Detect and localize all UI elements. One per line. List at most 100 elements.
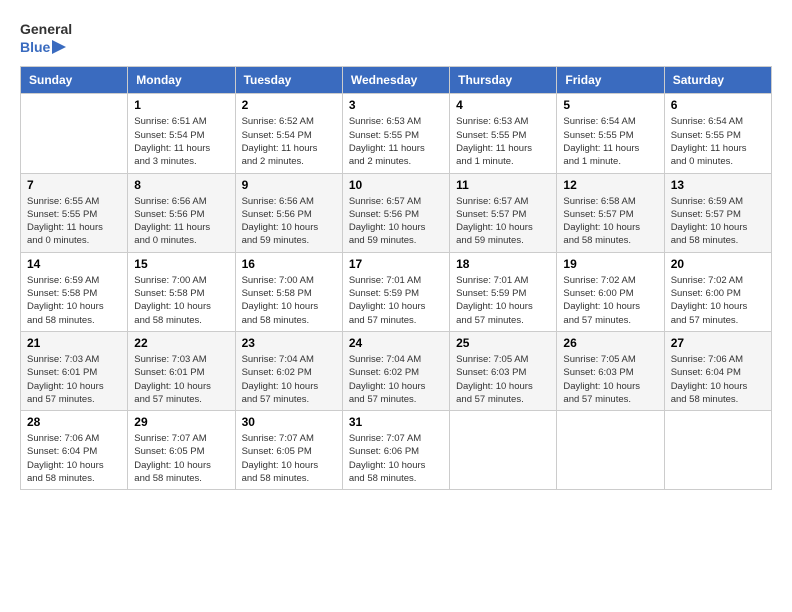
day-info: Sunrise: 7:02 AMSunset: 6:00 PMDaylight:… [563, 274, 657, 327]
day-info: Sunrise: 7:06 AMSunset: 6:04 PMDaylight:… [27, 432, 121, 485]
calendar-cell: 8 Sunrise: 6:56 AMSunset: 5:56 PMDaylight… [128, 173, 235, 252]
calendar-cell: 28 Sunrise: 7:06 AMSunset: 6:04 PMDayligh… [21, 411, 128, 490]
day-number: 18 [456, 257, 550, 271]
day-number: 9 [242, 178, 336, 192]
day-number: 27 [671, 336, 765, 350]
weekday-header: Sunday [21, 67, 128, 94]
day-number: 31 [349, 415, 443, 429]
day-info: Sunrise: 7:05 AMSunset: 6:03 PMDaylight:… [563, 353, 657, 406]
day-info: Sunrise: 6:57 AMSunset: 5:57 PMDaylight:… [456, 195, 550, 248]
calendar-cell: 13 Sunrise: 6:59 AMSunset: 5:57 PMDayligh… [664, 173, 771, 252]
day-info: Sunrise: 6:52 AMSunset: 5:54 PMDaylight:… [242, 115, 336, 168]
calendar-cell [664, 411, 771, 490]
day-number: 13 [671, 178, 765, 192]
day-info: Sunrise: 7:00 AMSunset: 5:58 PMDaylight:… [134, 274, 228, 327]
calendar-week-row: 21Sunrise: 7:03 AMSunset: 6:01 PMDayligh… [21, 331, 772, 410]
calendar-cell: 9 Sunrise: 6:56 AMSunset: 5:56 PMDaylight… [235, 173, 342, 252]
day-number: 25 [456, 336, 550, 350]
calendar-cell: 25 Sunrise: 7:05 AMSunset: 6:03 PMDayligh… [450, 331, 557, 410]
day-info: Sunrise: 6:59 AMSunset: 5:57 PMDaylight:… [671, 195, 765, 248]
calendar-cell: 26 Sunrise: 7:05 AMSunset: 6:03 PMDayligh… [557, 331, 664, 410]
weekday-header: Saturday [664, 67, 771, 94]
logo: General Blue [20, 20, 72, 56]
calendar-cell: 18Sunrise: 7:01 AMSunset: 5:59 PMDayligh… [450, 252, 557, 331]
calendar-cell: 10 Sunrise: 6:57 AMSunset: 5:56 PMDayligh… [342, 173, 449, 252]
day-info: Sunrise: 6:54 AMSunset: 5:55 PMDaylight:… [671, 115, 765, 168]
day-number: 26 [563, 336, 657, 350]
day-number: 7 [27, 178, 121, 192]
day-number: 3 [349, 98, 443, 112]
day-info: Sunrise: 6:59 AMSunset: 5:58 PMDaylight:… [27, 274, 121, 327]
day-number: 15 [134, 257, 228, 271]
day-number: 2 [242, 98, 336, 112]
day-info: Sunrise: 6:57 AMSunset: 5:56 PMDaylight:… [349, 195, 443, 248]
calendar-cell: 19Sunrise: 7:02 AMSunset: 6:00 PMDayligh… [557, 252, 664, 331]
day-number: 22 [134, 336, 228, 350]
calendar-cell: 24Sunrise: 7:04 AMSunset: 6:02 PMDayligh… [342, 331, 449, 410]
logo-text: General Blue [20, 20, 72, 56]
weekday-header: Thursday [450, 67, 557, 94]
day-number: 23 [242, 336, 336, 350]
calendar-cell: 16 Sunrise: 7:00 AMSunset: 5:58 PMDayligh… [235, 252, 342, 331]
day-info: Sunrise: 6:51 AMSunset: 5:54 PMDaylight:… [134, 115, 228, 168]
day-info: Sunrise: 7:06 AMSunset: 6:04 PMDaylight:… [671, 353, 765, 406]
weekday-header: Monday [128, 67, 235, 94]
day-info: Sunrise: 6:55 AMSunset: 5:55 PMDaylight:… [27, 195, 121, 248]
day-number: 20 [671, 257, 765, 271]
day-number: 8 [134, 178, 228, 192]
calendar-header-row: SundayMondayTuesdayWednesdayThursdayFrid… [21, 67, 772, 94]
day-number: 1 [134, 98, 228, 112]
day-info: Sunrise: 7:04 AMSunset: 6:02 PMDaylight:… [242, 353, 336, 406]
day-info: Sunrise: 7:01 AMSunset: 5:59 PMDaylight:… [349, 274, 443, 327]
calendar-cell: 23 Sunrise: 7:04 AMSunset: 6:02 PMDayligh… [235, 331, 342, 410]
day-number: 10 [349, 178, 443, 192]
calendar-cell: 5 Sunrise: 6:54 AMSunset: 5:55 PMDaylight… [557, 94, 664, 173]
day-info: Sunrise: 7:00 AMSunset: 5:58 PMDaylight:… [242, 274, 336, 327]
calendar-cell [557, 411, 664, 490]
day-info: Sunrise: 6:56 AMSunset: 5:56 PMDaylight:… [242, 195, 336, 248]
day-info: Sunrise: 6:54 AMSunset: 5:55 PMDaylight:… [563, 115, 657, 168]
calendar-cell: 22Sunrise: 7:03 AMSunset: 6:01 PMDayligh… [128, 331, 235, 410]
day-number: 6 [671, 98, 765, 112]
day-number: 4 [456, 98, 550, 112]
calendar-cell: 17 Sunrise: 7:01 AMSunset: 5:59 PMDayligh… [342, 252, 449, 331]
calendar-cell [450, 411, 557, 490]
calendar-cell: 30Sunrise: 7:07 AMSunset: 6:05 PMDayligh… [235, 411, 342, 490]
day-info: Sunrise: 7:07 AMSunset: 6:06 PMDaylight:… [349, 432, 443, 485]
day-number: 16 [242, 257, 336, 271]
calendar-cell: 11 Sunrise: 6:57 AMSunset: 5:57 PMDayligh… [450, 173, 557, 252]
weekday-header: Friday [557, 67, 664, 94]
day-number: 12 [563, 178, 657, 192]
day-info: Sunrise: 7:07 AMSunset: 6:05 PMDaylight:… [134, 432, 228, 485]
calendar-week-row: 1 Sunrise: 6:51 AMSunset: 5:54 PMDaylight… [21, 94, 772, 173]
calendar-cell: 12 Sunrise: 6:58 AMSunset: 5:57 PMDayligh… [557, 173, 664, 252]
calendar-cell: 4 Sunrise: 6:53 AMSunset: 5:55 PMDaylight… [450, 94, 557, 173]
day-info: Sunrise: 7:05 AMSunset: 6:03 PMDaylight:… [456, 353, 550, 406]
day-info: Sunrise: 6:56 AMSunset: 5:56 PMDaylight:… [134, 195, 228, 248]
calendar-week-row: 28 Sunrise: 7:06 AMSunset: 6:04 PMDayligh… [21, 411, 772, 490]
calendar-table: SundayMondayTuesdayWednesdayThursdayFrid… [20, 66, 772, 490]
day-info: Sunrise: 6:53 AMSunset: 5:55 PMDaylight:… [456, 115, 550, 168]
day-info: Sunrise: 7:03 AMSunset: 6:01 PMDaylight:… [27, 353, 121, 406]
calendar-cell [21, 94, 128, 173]
calendar-cell: 20 Sunrise: 7:02 AMSunset: 6:00 PMDayligh… [664, 252, 771, 331]
calendar-cell: 2 Sunrise: 6:52 AMSunset: 5:54 PMDaylight… [235, 94, 342, 173]
calendar-cell: 1 Sunrise: 6:51 AMSunset: 5:54 PMDaylight… [128, 94, 235, 173]
day-info: Sunrise: 6:58 AMSunset: 5:57 PMDaylight:… [563, 195, 657, 248]
blue-arrow-icon [52, 40, 66, 54]
calendar-cell: 3 Sunrise: 6:53 AMSunset: 5:55 PMDaylight… [342, 94, 449, 173]
calendar-cell: 29Sunrise: 7:07 AMSunset: 6:05 PMDayligh… [128, 411, 235, 490]
day-number: 14 [27, 257, 121, 271]
day-number: 5 [563, 98, 657, 112]
calendar-cell: 27 Sunrise: 7:06 AMSunset: 6:04 PMDayligh… [664, 331, 771, 410]
day-number: 11 [456, 178, 550, 192]
day-number: 17 [349, 257, 443, 271]
day-number: 28 [27, 415, 121, 429]
day-info: Sunrise: 7:02 AMSunset: 6:00 PMDaylight:… [671, 274, 765, 327]
calendar-cell: 6 Sunrise: 6:54 AMSunset: 5:55 PMDaylight… [664, 94, 771, 173]
day-info: Sunrise: 6:53 AMSunset: 5:55 PMDaylight:… [349, 115, 443, 168]
day-info: Sunrise: 7:04 AMSunset: 6:02 PMDaylight:… [349, 353, 443, 406]
calendar-cell: 7 Sunrise: 6:55 AMSunset: 5:55 PMDaylight… [21, 173, 128, 252]
weekday-header: Tuesday [235, 67, 342, 94]
calendar-cell: 31 Sunrise: 7:07 AMSunset: 6:06 PMDayligh… [342, 411, 449, 490]
